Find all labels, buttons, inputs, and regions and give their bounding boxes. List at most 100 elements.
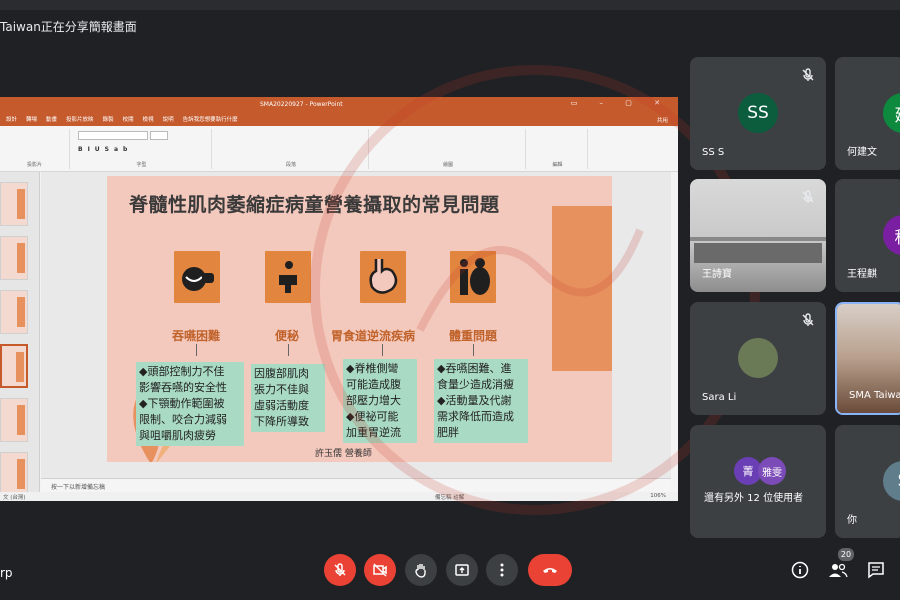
avatar-initials: SS <box>747 103 769 123</box>
category-text-box: 因腹部肌肉 張力不佳與 虛弱活動度 下降所導致 <box>251 364 325 432</box>
slide-thumbnail <box>0 182 28 226</box>
camera-toggle-button[interactable] <box>364 554 396 586</box>
mic-off-icon <box>334 563 346 576</box>
participant-name: 何建文 <box>847 147 877 158</box>
notes-pane: 按一下以新增備忘稿 <box>41 478 671 492</box>
ribbon-caption: 繪圖 <box>442 162 453 168</box>
participant-tile[interactable]: 王詩寶 <box>690 179 826 292</box>
ribbon-caption: 編輯 <box>552 162 563 168</box>
avatar-initials: 建 <box>895 101 900 126</box>
ppt-tab: 轉場 <box>26 117 38 123</box>
bottom-control-bar: rp 20 <box>0 540 900 600</box>
leave-call-button[interactable] <box>528 554 572 586</box>
ppt-status-bar: 文 (台灣) 備忘稿 註解 106% <box>0 492 678 501</box>
participant-name: Sara Li <box>702 392 737 403</box>
meeting-info-button[interactable] <box>790 560 810 580</box>
font-format-buttons: BIUSab <box>78 146 133 153</box>
avatar: 程 <box>883 215 900 255</box>
others-tile[interactable]: 菁 雅雯 還有另外 12 位使用者 <box>690 425 826 538</box>
ppt-tab: 檢視 <box>142 117 154 123</box>
avatar: S <box>883 461 900 501</box>
ribbon-caption: 投影片 <box>26 162 42 168</box>
ppt-tell-me: 告訴我您想要執行什麼 <box>182 117 238 123</box>
participant-tile[interactable]: SS SS S <box>690 57 826 170</box>
slide-thumbnail <box>0 452 28 496</box>
others-label: 還有另外 12 位使用者 <box>704 493 804 504</box>
swallowing-icon <box>174 251 220 303</box>
ribbon-caption: 字型 <box>136 162 147 168</box>
body-weight-icon <box>450 251 496 303</box>
participant-name: SMA Taiwan <box>849 390 900 401</box>
ribbon-group-editing: 編輯 <box>528 129 588 169</box>
status-language: 文 (台灣) <box>3 495 26 501</box>
raise-hand-button[interactable] <box>405 554 437 586</box>
present-button[interactable] <box>446 554 478 586</box>
ribbon-group-font: BIUSab 字型 <box>72 129 212 169</box>
connector-line <box>288 344 289 356</box>
participant-name: 你 <box>847 515 857 526</box>
font-size-box <box>150 131 168 140</box>
meeting-code: rp <box>0 566 13 580</box>
slide-canvas: 脊髓性肌肉萎縮症病童營養攝取的常見問題 吞嚥困難 便秘 胃食道逆流疾病 體重問題 <box>41 172 671 478</box>
participant-tile[interactable]: 程 王程麒 <box>835 179 900 292</box>
ppt-tab: 錄製 <box>102 117 114 123</box>
category-text-box: ◆吞嚥困難、進 食量少造成消瘦 ◆活動量及代謝 需求降低而造成 肥胖 <box>434 359 528 443</box>
more-options-button[interactable] <box>486 554 518 586</box>
ppt-ribbon-tabs: 設計 轉場 動畫 投影片放映 錄製 校閱 檢視 說明 告訴我您想要執行什麼 共用 <box>0 112 678 126</box>
ppt-share: 共用 <box>656 118 668 124</box>
stomach-icon <box>360 251 406 303</box>
avatar: SS <box>738 93 778 133</box>
participant-tile-speaking[interactable]: SMA Taiwan <box>835 302 900 415</box>
info-icon <box>791 561 809 579</box>
slide: 脊髓性肌肉萎縮症病童營養攝取的常見問題 吞嚥困難 便秘 胃食道逆流疾病 體重問題 <box>107 176 612 462</box>
people-button[interactable] <box>828 560 848 580</box>
people-icon <box>829 563 848 578</box>
mic-off-icon <box>802 190 814 203</box>
ppt-tab: 投影片放映 <box>66 117 94 123</box>
participant-name: 王程麒 <box>847 269 877 280</box>
present-icon <box>455 564 469 576</box>
camera-off-icon <box>373 563 387 577</box>
mic-off-icon <box>802 313 814 326</box>
avatar-photo <box>738 338 778 378</box>
ribbon-group-slides: 投影片 <box>0 129 70 169</box>
slide-author: 許玉儒 營養師 <box>315 449 372 459</box>
participant-tile[interactable]: 建 何建文 <box>835 57 900 170</box>
ppt-tab: 設計 <box>6 117 18 123</box>
slide-accent-bar <box>552 206 612 371</box>
font-name-box <box>78 131 148 140</box>
slide-thumbnails <box>0 172 40 496</box>
category-label: 吞嚥困難 <box>172 329 221 343</box>
avatar-initials: 菁 <box>742 465 754 478</box>
ppt-tab: 動畫 <box>46 117 58 123</box>
more-vert-icon <box>500 563 504 577</box>
hang-up-icon <box>543 568 557 573</box>
participant-name: SS S <box>702 147 725 158</box>
ppt-window-controls: ▭ – ▢ ✕ <box>570 99 670 107</box>
connector-line <box>473 344 474 356</box>
slide-title: 脊髓性肌肉萎縮症病童營養攝取的常見問題 <box>129 194 500 216</box>
avatar: 建 <box>883 93 900 133</box>
status-zoom: 106% <box>650 493 666 499</box>
participant-name: 王詩寶 <box>702 269 732 280</box>
avatar-initials: 程 <box>895 223 900 248</box>
self-tile[interactable]: S 你 <box>835 425 900 538</box>
presenting-bar: Taiwan正在分享簡報畫面 <box>0 0 900 44</box>
category-text-box: ◆脊椎側彎 可能造成腹 部壓力增大 ◆便祕可能 加重胃逆流 <box>343 359 417 443</box>
slide-thumbnail <box>0 290 28 334</box>
status-notes-comments: 備忘稿 註解 <box>435 495 465 501</box>
category-label: 體重問題 <box>449 329 498 343</box>
participant-tile[interactable]: Sara Li <box>690 302 826 415</box>
connector-line <box>196 344 197 356</box>
avatar: 雅雯 <box>758 457 786 485</box>
shared-screen[interactable]: SMA20220927 - PowerPoint ▭ – ▢ ✕ 設計 轉場 動… <box>0 97 678 501</box>
slide-thumbnail <box>0 398 28 442</box>
top-strip <box>0 0 900 10</box>
connector-line <box>382 344 383 356</box>
ppt-ribbon: 投影片 BIUSab 字型 段落 繪圖 編輯 <box>0 126 678 172</box>
chat-button[interactable] <box>866 560 886 580</box>
ribbon-group-drawing: 繪圖 <box>371 129 526 169</box>
chat-icon <box>868 562 884 579</box>
mic-toggle-button[interactable] <box>324 554 356 586</box>
ppt-tab: 說明 <box>162 117 174 123</box>
